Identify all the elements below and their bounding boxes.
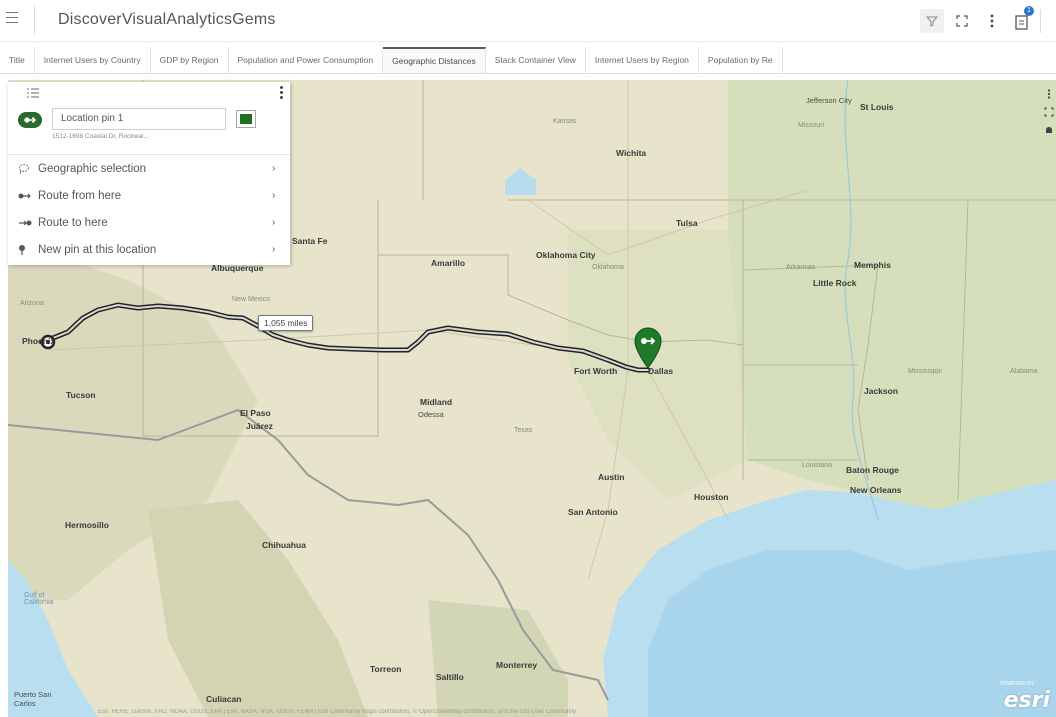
notification-badge: 1 [1024, 6, 1034, 16]
map-label-fort-worth: Fort Worth [574, 366, 618, 376]
tab-gdp-by-region[interactable]: GDP by Region [151, 47, 229, 73]
pin-action-menu: Geographic selection › Route from here ›… [8, 154, 290, 263]
tab-population-and-power[interactable]: Population and Power Consumption [229, 47, 384, 73]
pin-name-input[interactable]: Location pin 1 [52, 108, 226, 130]
panel-more-icon[interactable] [280, 86, 284, 100]
esri-tagline: POWERED BY [1000, 681, 1034, 687]
menu-label: Geographic selection [38, 162, 147, 175]
page-tab-bar: Title Internet Users by Country GDP by R… [0, 47, 1056, 74]
map-label-houston: Houston [694, 492, 729, 502]
map-label-amarillo: Amarillo [431, 258, 466, 268]
chevron-right-icon: › [272, 190, 276, 201]
tab-internet-users-by-country[interactable]: Internet Users by Country [35, 47, 151, 73]
map-label-hermosillo: Hermosillo [65, 520, 109, 530]
map-label-el-paso: El Paso [240, 408, 271, 418]
map-label-tulsa: Tulsa [676, 218, 698, 228]
route-to-icon [18, 219, 38, 227]
map-label-st-louis: St Louis [860, 102, 894, 112]
map-label-midland: Midland [420, 397, 453, 407]
list-icon[interactable] [26, 86, 40, 104]
app-header: DiscoverVisualAnalyticsGems 1 [0, 0, 1056, 42]
tab-population-by-region[interactable]: Population by Re [699, 47, 783, 73]
pin-address: 1512-1698 Coastal Dr, Rockwal... [52, 133, 149, 140]
esri-logo: esri [1003, 688, 1050, 713]
route-distance-label: 1,055 miles [258, 315, 314, 331]
map-more-icon[interactable] [1044, 86, 1054, 99]
route-from-icon [18, 192, 38, 200]
menu-label: Route to here [38, 216, 108, 229]
menu-route-from-here[interactable]: Route from here › [8, 182, 290, 209]
map-label-monterrey: Monterrey [496, 660, 538, 670]
more-vert-icon[interactable] [980, 9, 1004, 33]
map-label-jefferson-city: Jefferson City [806, 96, 852, 105]
map-label-arkansas: Arkansas [786, 264, 816, 271]
map-label-odessa: Odessa [418, 410, 444, 419]
map-expand-icon[interactable] [1044, 104, 1054, 117]
map-label-new-mexico: New Mexico [232, 296, 271, 303]
menu-new-pin[interactable]: New pin at this location › [8, 236, 290, 263]
map-pan-icon[interactable] [1044, 122, 1054, 133]
map-label-kansas: Kansas [553, 118, 577, 125]
hamburger-icon[interactable] [6, 12, 18, 26]
lasso-icon [18, 163, 38, 175]
map-label-baton-rouge: Baton Rouge [846, 465, 899, 475]
expand-icon[interactable] [950, 9, 974, 33]
header-toolbar: 1 [920, 6, 1052, 36]
chevron-right-icon: › [272, 244, 276, 255]
map-label-arizona: Arizona [20, 300, 44, 307]
map-pin-icon [18, 244, 38, 256]
tab-stack-container-view[interactable]: Stack Container View [486, 47, 586, 73]
map-label-tucson: Tucson [66, 390, 96, 400]
map-label-culiacan: Culiacan [206, 694, 242, 704]
map-label-chihuahua: Chihuahua [262, 540, 306, 550]
menu-label: New pin at this location [38, 243, 157, 256]
map-label-jackson: Jackson [864, 386, 899, 396]
menu-geographic-selection[interactable]: Geographic selection › [8, 155, 290, 182]
pin-context-panel: Location pin 1 1512-1698 Coastal Dr, Roc… [8, 82, 290, 265]
notes-icon[interactable]: 1 [1010, 6, 1034, 33]
tab-title[interactable]: Title [0, 47, 35, 73]
map-label-torreon: Torreon [370, 664, 402, 674]
map-label-phoenix: Phoenix [22, 336, 56, 346]
filter-icon[interactable] [920, 9, 944, 33]
map-label-louisiana: Louisiana [802, 462, 832, 469]
map-attribution: Esri, HERE, Garmin, FAO, NOAA, USGS, EPA… [98, 709, 577, 715]
map-label-wichita: Wichita [616, 148, 647, 158]
map-label-oklahoma-city: Oklahoma City [536, 250, 596, 260]
map-label-puerto-san-carlos: Puerto San Carlos [14, 690, 52, 708]
map-label-austin: Austin [598, 472, 625, 482]
map-label-texas: Texas [514, 427, 533, 434]
map-label-saltillo: Saltillo [436, 672, 464, 682]
map-toolbar [1042, 86, 1056, 133]
location-pin-marker[interactable] [632, 325, 664, 369]
app-title: DiscoverVisualAnalyticsGems [58, 11, 276, 28]
map-label-juarez: Juárez [246, 421, 273, 431]
map-label-san-antonio: San Antonio [568, 507, 618, 517]
header-edge [1040, 9, 1052, 33]
map-label-santa-fe: Santa Fe [292, 236, 328, 246]
menu-route-to-here[interactable]: Route to here › [8, 209, 290, 236]
chevron-right-icon: › [272, 163, 276, 174]
location-pin-icon [18, 112, 42, 128]
tab-internet-users-by-region[interactable]: Internet Users by Region [586, 47, 699, 73]
menu-label: Route from here [38, 189, 122, 202]
map-label-mississippi: Mississippi [908, 368, 942, 375]
map-label-gulf-of-california: Gulf of California [24, 592, 54, 606]
map-label-missouri: Missouri [798, 122, 825, 129]
header-divider [34, 6, 35, 34]
pin-color-swatch[interactable] [236, 110, 256, 128]
map-label-little-rock: Little Rock [813, 278, 857, 288]
tab-geographic-distances[interactable]: Geographic Distances [383, 47, 486, 73]
map-label-new-orleans: New Orleans [850, 485, 902, 495]
map-label-oklahoma: Oklahoma [592, 264, 624, 271]
chevron-right-icon: › [272, 217, 276, 228]
map-label-alabama: Alabama [1010, 368, 1038, 375]
map-label-memphis: Memphis [854, 260, 891, 270]
